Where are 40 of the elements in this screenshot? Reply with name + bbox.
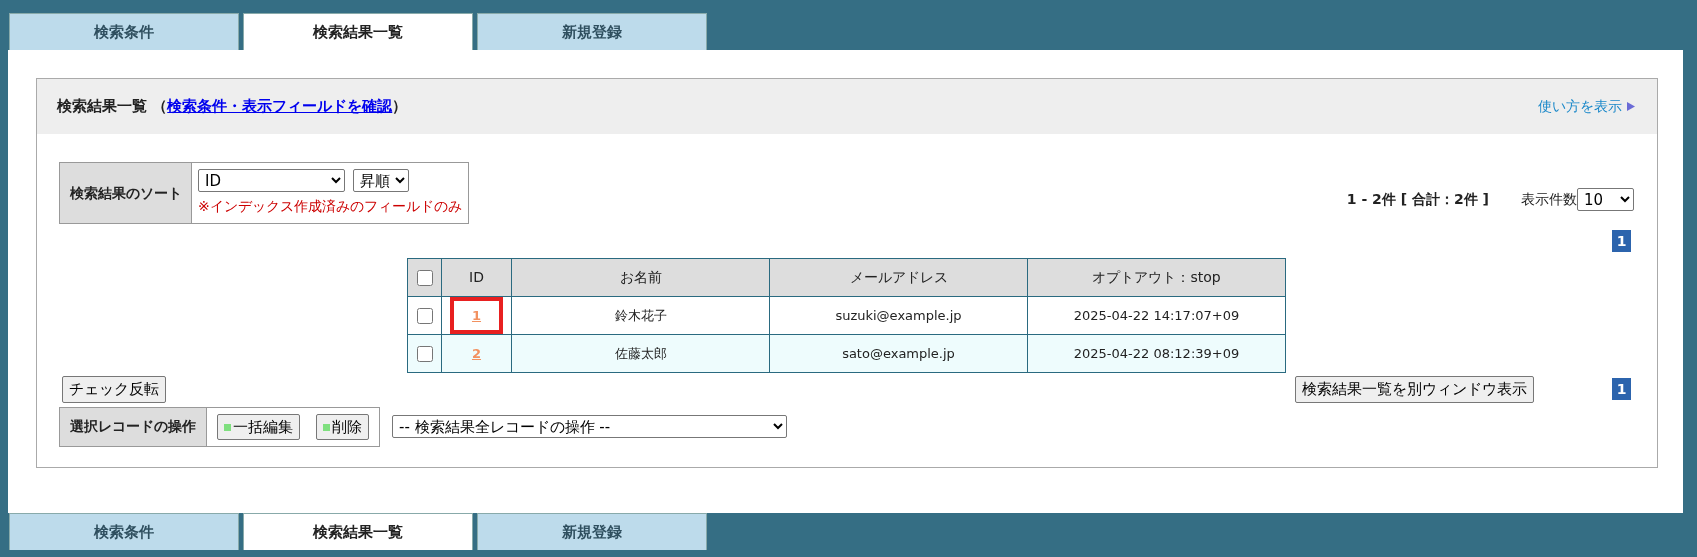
sort-label: 検索結果のソート — [59, 162, 192, 224]
per-page-select[interactable]: 10 — [1577, 188, 1634, 211]
sort-field-select[interactable]: ID — [198, 169, 345, 192]
table-cell: suzuki@example.jp — [769, 296, 1028, 335]
page-number[interactable]: 1 — [1612, 378, 1631, 401]
column-header: お名前 — [511, 258, 770, 297]
tab[interactable]: 検索条件 — [9, 13, 239, 50]
column-header: ID — [441, 258, 512, 297]
square-icon — [224, 423, 231, 431]
table-cell: 2025-04-22 08:12:39+09 — [1027, 334, 1286, 373]
action-button[interactable]: 削除 — [316, 413, 369, 440]
square-icon — [323, 423, 330, 431]
panel-title: 検索結果一覧 （検索条件・表示フィールドを確認） — [57, 96, 408, 118]
result-count: 1 - 2件 [ 合計：2件 ] — [1346, 190, 1489, 209]
row-checkbox[interactable] — [416, 308, 433, 325]
column-header: メールアドレス — [769, 258, 1028, 297]
per-page-label: 表示件数 — [1521, 190, 1577, 209]
triangle-icon — [1627, 102, 1635, 111]
tab[interactable]: 新規登録 — [477, 13, 707, 50]
sort-note: ※インデックス作成済みのフィールドのみ — [198, 197, 462, 216]
row-checkbox[interactable] — [416, 346, 433, 363]
tab[interactable]: 検索条件 — [9, 513, 239, 550]
open-window-button[interactable]: 検索結果一覧を別ウィンドウ表示 — [1295, 376, 1534, 403]
tab[interactable]: 新規登録 — [477, 513, 707, 550]
sort-order-select[interactable]: 昇順 — [353, 169, 409, 192]
invert-check-button[interactable]: チェック反転 — [62, 376, 166, 403]
select-all-checkbox[interactable] — [416, 270, 433, 286]
action-button[interactable]: 一括編集 — [217, 413, 300, 440]
selection-actions-label: 選択レコードの操作 — [59, 407, 207, 447]
table-cell: 2025-04-22 14:17:07+09 — [1027, 296, 1286, 335]
column-header: オプトアウト：stop — [1027, 258, 1286, 297]
help-link[interactable]: 使い方を表示 — [1538, 96, 1622, 117]
table-cell: 鈴木花子 — [511, 296, 770, 335]
all-records-action-select[interactable]: -- 検索結果全レコードの操作 -- — [392, 415, 787, 439]
tab[interactable]: 検索結果一覧 — [243, 513, 473, 550]
page-number[interactable]: 1 — [1612, 230, 1631, 252]
table-cell: sato@example.jp — [769, 334, 1028, 373]
confirm-conditions-link[interactable]: 検索条件・表示フィールドを確認 — [167, 97, 393, 116]
tab[interactable]: 検索結果一覧 — [243, 13, 473, 50]
table-cell: 佐藤太郎 — [511, 334, 770, 373]
